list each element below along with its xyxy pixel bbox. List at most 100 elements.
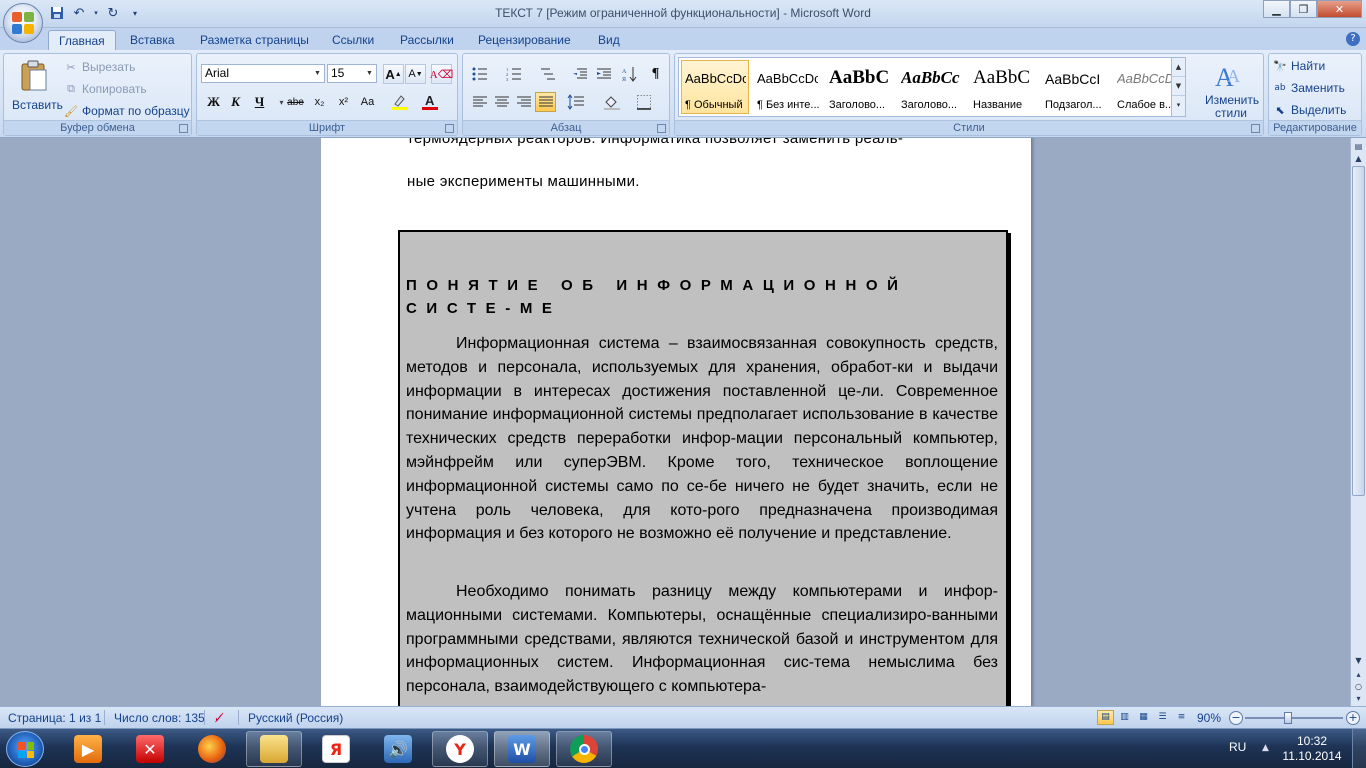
- tab-insert[interactable]: Вставка: [120, 30, 185, 50]
- tab-references[interactable]: Ссылки: [322, 30, 384, 50]
- change-case-button[interactable]: Aa: [357, 92, 378, 112]
- start-button[interactable]: [6, 731, 44, 767]
- cut-button[interactable]: Вырезать: [82, 60, 135, 74]
- style-title[interactable]: AaBbC Название: [969, 60, 1037, 114]
- zoom-slider[interactable]: [1245, 717, 1343, 719]
- taskbar-explorer[interactable]: [246, 731, 302, 767]
- taskbar-word[interactable]: W: [494, 731, 550, 767]
- find-button[interactable]: Найти: [1291, 59, 1325, 73]
- highlighter-icon: [391, 95, 408, 110]
- font-size-combo[interactable]: 15 ▼: [327, 64, 377, 83]
- zoom-level[interactable]: 90%: [1197, 711, 1221, 725]
- sort-button[interactable]: AЯ: [619, 64, 640, 84]
- numbering-button[interactable]: 123: [503, 64, 524, 84]
- full-screen-reading-view-icon[interactable]: ▥: [1116, 710, 1133, 725]
- tab-page-layout[interactable]: Разметка страницы: [190, 30, 319, 50]
- font-color-button[interactable]: A: [419, 92, 440, 112]
- scroll-down-icon[interactable]: ▼: [1352, 654, 1365, 667]
- draft-view-icon[interactable]: ≡: [1173, 710, 1190, 725]
- taskbar-media-player[interactable]: ▶: [60, 731, 116, 767]
- vertical-scrollbar[interactable]: ▤ ▲ ▼ ▴ ○ ▾: [1350, 138, 1366, 706]
- font-group: Arial ▼ 15 ▼ A ▲ A ▼ A⌫ Ж К Ч ▾ abe x₂ x² …: [196, 53, 458, 136]
- bullets-button[interactable]: [469, 64, 490, 84]
- taskbar-yandex[interactable]: Я: [308, 731, 364, 767]
- borders-button[interactable]: [633, 92, 654, 112]
- style-heading-2[interactable]: AaBbCc Заголово...: [897, 60, 965, 114]
- paste-button[interactable]: Вставить: [12, 58, 63, 118]
- show-desktop-button[interactable]: [1352, 729, 1366, 768]
- format-painter-button[interactable]: Формат по образцу: [82, 104, 190, 118]
- font-name-combo[interactable]: Arial ▼: [201, 64, 325, 83]
- grow-font-button[interactable]: A ▲: [383, 64, 404, 84]
- increase-indent-button[interactable]: [593, 64, 614, 84]
- scrollbar-thumb[interactable]: [1352, 166, 1365, 496]
- taskbar-yandex-browser[interactable]: Y: [432, 731, 488, 767]
- gallery-up-icon[interactable]: ▲: [1172, 58, 1185, 77]
- help-icon[interactable]: ?: [1346, 32, 1360, 46]
- office-button[interactable]: [3, 3, 43, 43]
- shading-button[interactable]: [601, 92, 622, 112]
- align-center-button[interactable]: [491, 92, 512, 112]
- spellcheck-icon[interactable]: ✓̸: [214, 711, 224, 725]
- document-area[interactable]: термоядерных реакторов. Информатика позв…: [0, 138, 1350, 706]
- multilevel-list-button[interactable]: [537, 64, 558, 84]
- copy-button[interactable]: Копировать: [82, 82, 147, 96]
- next-page-icon[interactable]: ▾: [1352, 692, 1365, 705]
- select-button[interactable]: Выделить: [1291, 103, 1346, 117]
- scroll-up-icon[interactable]: ▲: [1352, 152, 1365, 165]
- show-marks-button[interactable]: ¶: [645, 64, 666, 84]
- clock[interactable]: 10:32 11.10.2014: [1282, 734, 1342, 764]
- align-left-icon: [472, 96, 487, 107]
- restore-button[interactable]: ❐: [1290, 0, 1317, 18]
- paragraph-launcher-icon[interactable]: [657, 124, 666, 133]
- gallery-down-icon[interactable]: ▼: [1172, 77, 1185, 96]
- style-normal[interactable]: AaBbCcDc ¶ Обычный: [681, 60, 749, 114]
- font-launcher-icon[interactable]: [445, 124, 454, 133]
- web-layout-view-icon[interactable]: ▦: [1135, 710, 1152, 725]
- strikethrough-button[interactable]: abe: [285, 92, 306, 112]
- taskbar-app-red[interactable]: ✕: [122, 731, 178, 767]
- zoom-in-icon[interactable]: +: [1346, 711, 1360, 725]
- align-right-button[interactable]: [513, 92, 534, 112]
- tab-view[interactable]: Вид: [588, 30, 630, 50]
- shrink-font-button[interactable]: A ▼: [405, 64, 426, 84]
- underline-button[interactable]: Ч: [249, 92, 270, 112]
- yandex-browser-icon: Y: [446, 735, 474, 763]
- italic-button[interactable]: К: [225, 92, 246, 112]
- replace-button[interactable]: Заменить: [1291, 81, 1345, 95]
- change-styles-button[interactable]: A A Изменить стили: [1199, 58, 1261, 120]
- tab-review[interactable]: Рецензирование: [468, 30, 581, 50]
- justify-button[interactable]: [535, 92, 556, 112]
- bold-button[interactable]: Ж: [203, 92, 224, 112]
- clipboard-launcher-icon[interactable]: [179, 124, 188, 133]
- align-left-button[interactable]: [469, 92, 490, 112]
- taskbar-chrome[interactable]: [556, 731, 612, 767]
- tray-expand-icon[interactable]: ▲: [1262, 743, 1269, 753]
- zoom-slider-thumb[interactable]: [1284, 712, 1292, 724]
- superscript-button[interactable]: x²: [333, 92, 354, 112]
- clear-formatting-icon[interactable]: A⌫: [430, 64, 453, 84]
- outline-view-icon[interactable]: ☰: [1154, 710, 1171, 725]
- minimize-button[interactable]: ▁: [1263, 0, 1290, 18]
- word-count[interactable]: Число слов: 135: [114, 711, 205, 725]
- tab-home[interactable]: Главная: [48, 30, 116, 50]
- language-indicator[interactable]: RU: [1229, 740, 1246, 754]
- tab-mailings[interactable]: Рассылки: [390, 30, 464, 50]
- document-page[interactable]: термоядерных реакторов. Информатика позв…: [321, 138, 1031, 706]
- line-spacing-button[interactable]: [565, 92, 586, 112]
- styles-launcher-icon[interactable]: [1251, 124, 1260, 133]
- taskbar-firefox[interactable]: [184, 731, 240, 767]
- taskbar-audio[interactable]: 🔊: [370, 731, 426, 767]
- style-subtitle[interactable]: AaBbCcI Подзагол...: [1041, 60, 1109, 114]
- decrease-indent-button[interactable]: [569, 64, 590, 84]
- page-count[interactable]: Страница: 1 из 1: [8, 711, 101, 725]
- close-button[interactable]: ✕: [1317, 0, 1362, 18]
- style-no-spacing[interactable]: AaBbCcDc ¶ Без инте...: [753, 60, 821, 114]
- print-layout-view-icon[interactable]: ▤: [1097, 710, 1114, 725]
- highlight-button[interactable]: [389, 92, 410, 112]
- zoom-out-icon[interactable]: −: [1229, 711, 1243, 725]
- style-heading-1[interactable]: AaBbC Заголово...: [825, 60, 893, 114]
- gallery-more-icon[interactable]: ▾: [1172, 96, 1185, 115]
- subscript-button[interactable]: x₂: [309, 92, 330, 112]
- language-indicator[interactable]: Русский (Россия): [248, 711, 343, 725]
